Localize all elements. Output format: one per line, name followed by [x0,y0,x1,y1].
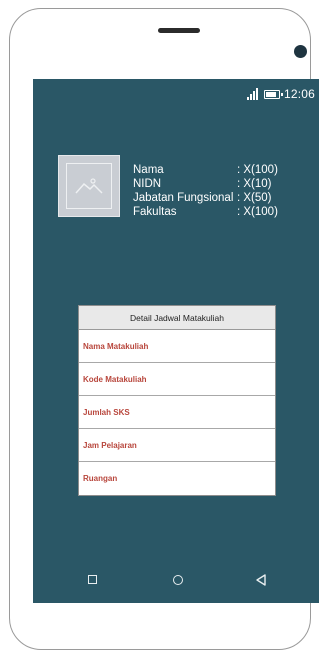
status-time: 12:06 [283,87,315,101]
table-row-ruangan[interactable]: Ruangan [79,462,275,495]
phone-frame: 12:06 Nama : X(100) NIDN : X(10) Jabatan… [9,8,319,650]
table-row-kode-matakuliah[interactable]: Kode Matakuliah [79,363,275,396]
nav-bar [33,569,319,593]
signal-icon [246,88,258,100]
table-row-jam-pelajaran[interactable]: Jam Pelajaran [79,429,275,462]
info-row-jabatan: Jabatan Fungsional : X(50) [133,191,278,205]
square-icon[interactable] [88,575,97,584]
front-camera [294,45,307,58]
info-label: Nama [133,164,164,176]
battery-icon [263,89,283,99]
image-placeholder-icon [66,163,112,209]
info-value: : X(50) [237,192,272,204]
schedule-detail-table: Detail Jadwal Matakuliah Nama Matakuliah… [78,305,276,496]
info-row-nama: Nama : X(100) [133,163,278,177]
info-row-fakultas: Fakultas : X(100) [133,205,278,219]
info-row-nidn: NIDN : X(10) [133,177,278,191]
speaker-grille [158,28,200,33]
info-label: Fakultas [133,206,177,218]
info-label: NIDN [133,178,162,190]
profile-info: Nama : X(100) NIDN : X(10) Jabatan Fungs… [133,163,278,219]
app-screen: 12:06 Nama : X(100) NIDN : X(10) Jabatan… [33,79,319,603]
table-row-jumlah-sks[interactable]: Jumlah SKS [79,396,275,429]
triangle-back-icon[interactable] [255,573,267,591]
info-value: : X(10) [237,178,272,190]
avatar [58,155,120,217]
circle-icon[interactable] [173,575,183,585]
table-row-nama-matakuliah[interactable]: Nama Matakuliah [79,330,275,363]
info-value: : X(100) [237,164,278,176]
table-header: Detail Jadwal Matakuliah [79,306,275,330]
info-value: : X(100) [237,206,278,218]
status-bar: 12:06 [246,87,315,101]
info-label: Jabatan Fungsional [133,192,234,204]
